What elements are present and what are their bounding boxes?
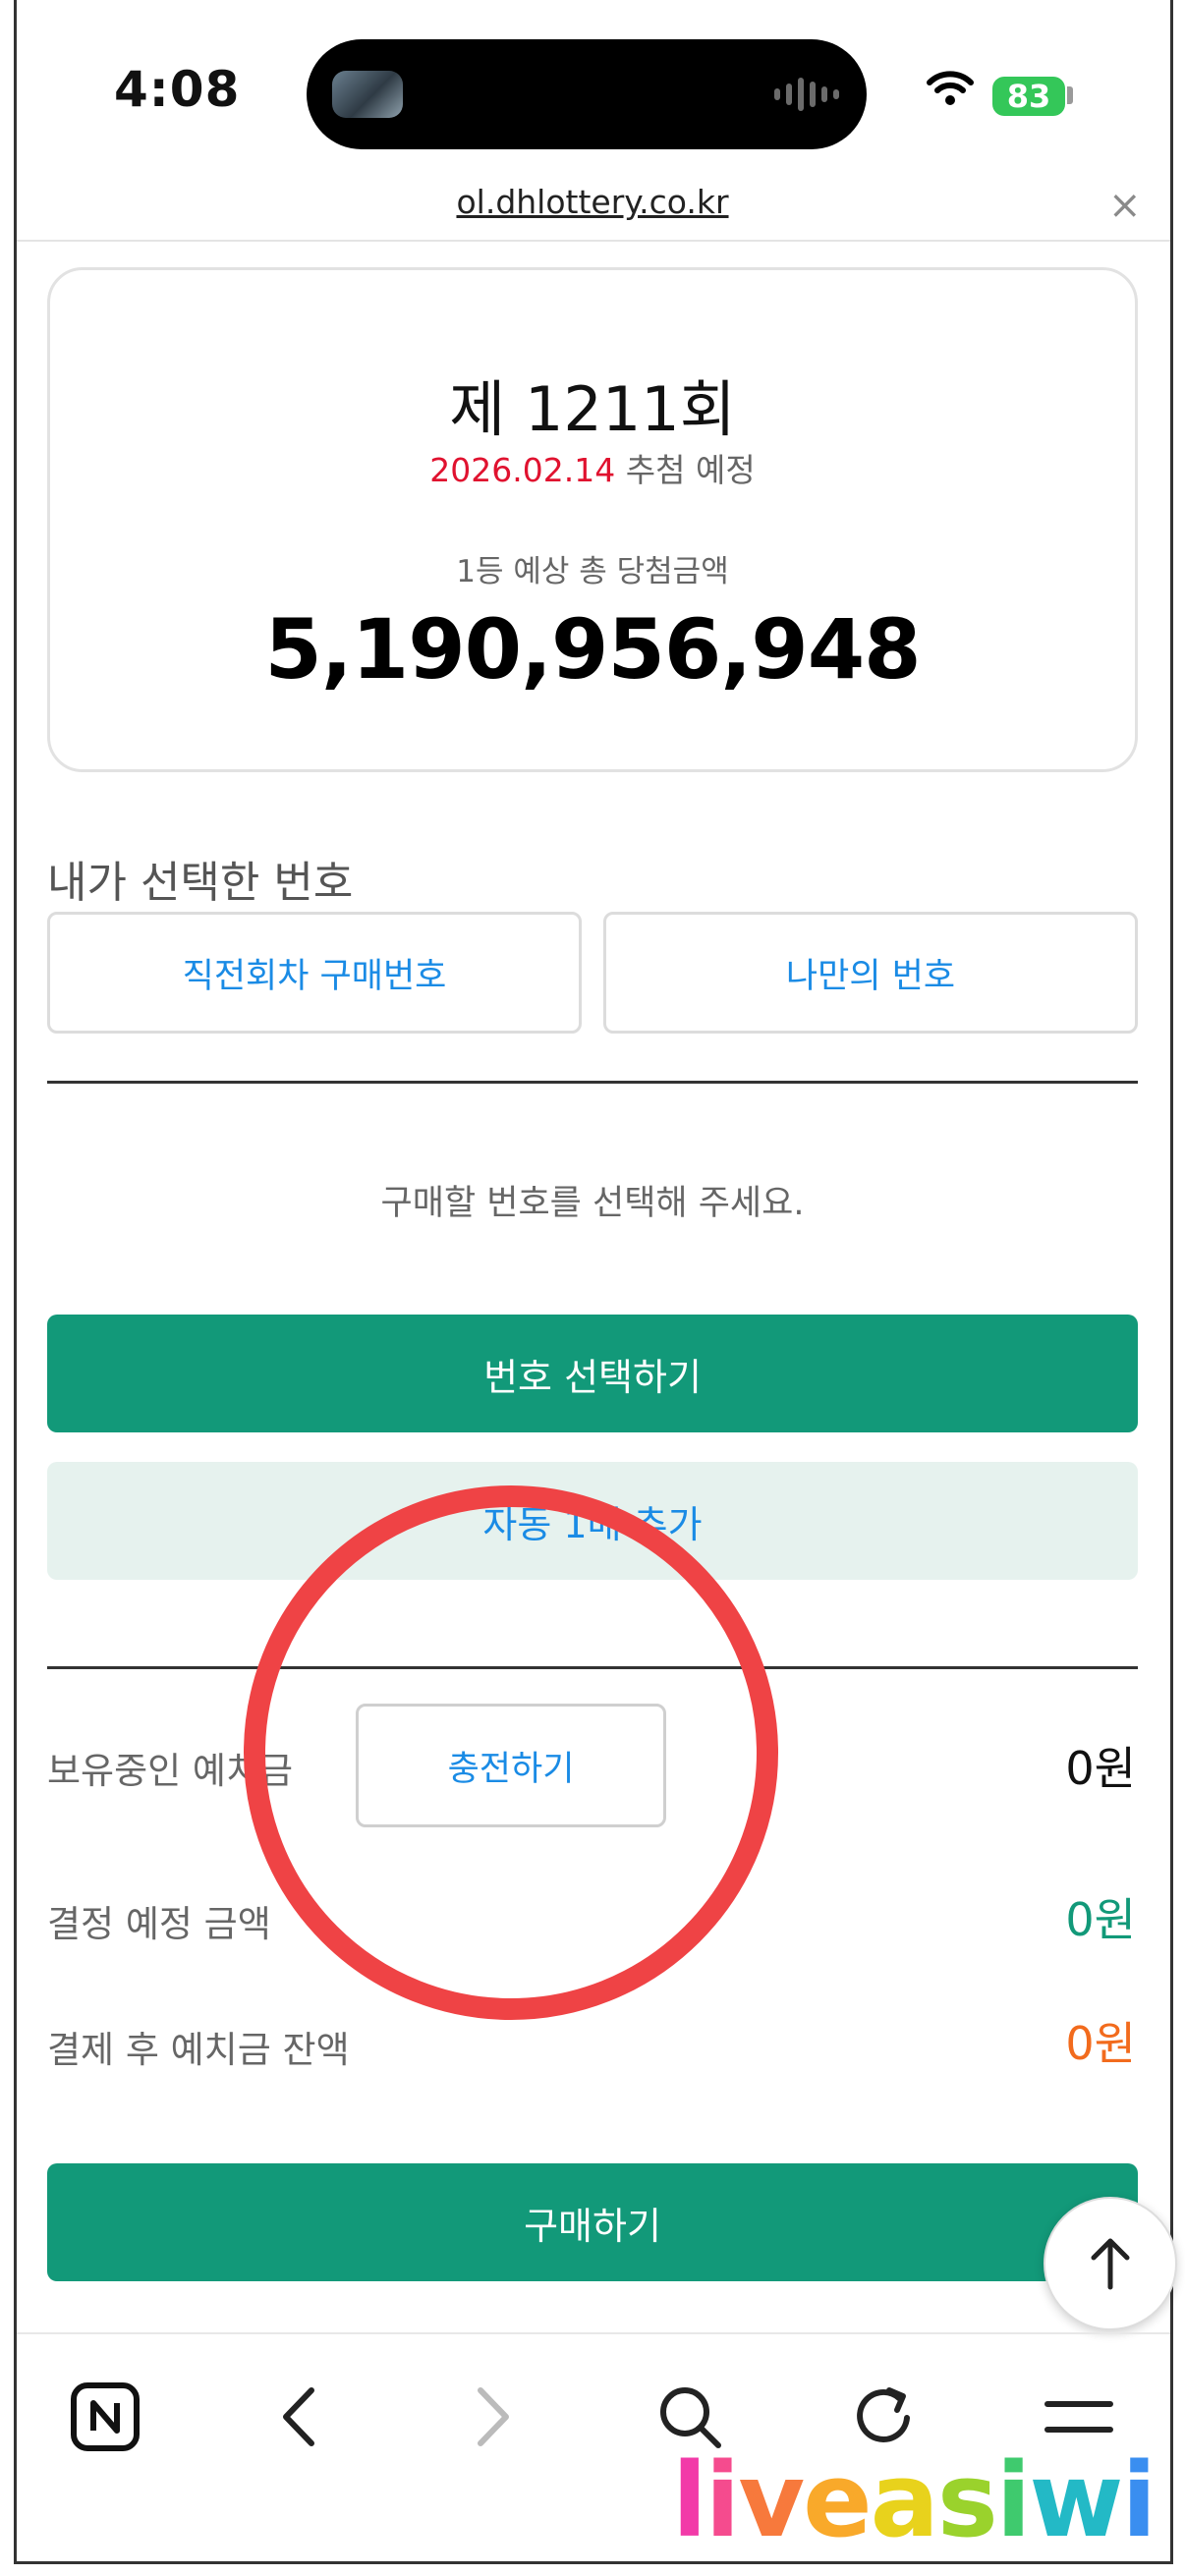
- prize-label: 1등 예상 총 당첨금액: [456, 554, 729, 589]
- close-icon[interactable]: ×: [1108, 183, 1142, 228]
- watermark-letter: v: [738, 2440, 805, 2560]
- section-title: 내가 선택한 번호: [47, 858, 354, 908]
- watermark-letter: a: [870, 2440, 939, 2560]
- naver-icon: [71, 2382, 140, 2451]
- audio-wave-icon: [774, 75, 839, 114]
- section-divider: [47, 1081, 1138, 1084]
- arrow-up-icon: [1091, 2238, 1130, 2290]
- watermark-letter: i: [995, 2440, 1032, 2560]
- battery-indicator: 83: [992, 77, 1065, 116]
- forward-button[interactable]: [444, 2368, 542, 2466]
- watermark-letter: i: [1121, 2440, 1157, 2560]
- deposit-value: 0원: [1065, 1742, 1136, 1795]
- watermark-letter: s: [936, 2440, 998, 2560]
- deposit-label: 보유중인 예치금: [47, 1750, 294, 1792]
- naver-home-button[interactable]: [56, 2368, 154, 2466]
- select-prompt: 구매할 번호를 선택해 주세요.: [380, 1184, 805, 1223]
- watermark-letter: s: [672, 2560, 733, 2576]
- url-bar[interactable]: ol.dhlottery.co.kr: [0, 183, 1185, 221]
- auto-add-button[interactable]: 자동 1매 추가: [47, 1462, 1138, 1580]
- prev-round-numbers-button[interactable]: 직전회차 구매번호: [47, 912, 582, 1034]
- wifi-icon: [927, 71, 974, 105]
- status-time: 4:08: [114, 61, 241, 118]
- battery-tip: [1067, 86, 1073, 104]
- watermark-letter: l: [672, 2440, 707, 2560]
- chevron-left-icon: [283, 2387, 314, 2446]
- toolbar-divider: [17, 2332, 1170, 2334]
- hamburger-menu-icon: [1044, 2401, 1113, 2433]
- draw-date: 2026.02.14: [429, 451, 616, 489]
- watermark-letter: i: [705, 2440, 741, 2560]
- remaining-value: 0원: [1065, 2017, 1136, 2070]
- remaining-label: 결제 후 예치금 잔액: [47, 2029, 350, 2071]
- watermark-letter: h: [731, 2560, 804, 2576]
- back-button[interactable]: [250, 2368, 348, 2466]
- payment-value: 0원: [1065, 1893, 1136, 1946]
- watermark: liveasiwish: [672, 2440, 1185, 2576]
- select-numbers-button[interactable]: 번호 선택하기: [47, 1315, 1138, 1432]
- media-thumbnail-icon: [332, 71, 403, 118]
- my-numbers-button[interactable]: 나만의 번호: [603, 912, 1138, 1034]
- draw-date-suffix: 추첨 예정: [625, 451, 756, 489]
- chevron-right-icon: [478, 2387, 509, 2446]
- draw-round: 제 1211회: [449, 373, 736, 445]
- prize-amount: 5,190,956,948: [264, 601, 921, 698]
- purchase-button[interactable]: 구매하기: [47, 2163, 1138, 2281]
- section-divider: [47, 1666, 1138, 1669]
- scroll-top-button[interactable]: [1044, 2197, 1177, 2330]
- header-divider: [17, 240, 1170, 242]
- payment-label: 결정 예정 금액: [47, 1903, 271, 1945]
- watermark-letter: w: [1029, 2440, 1123, 2560]
- watermark-letter: e: [803, 2440, 873, 2560]
- draw-date-line: 2026.02.14 추첨 예정: [0, 444, 1185, 491]
- charge-button[interactable]: 충전하기: [356, 1704, 666, 1827]
